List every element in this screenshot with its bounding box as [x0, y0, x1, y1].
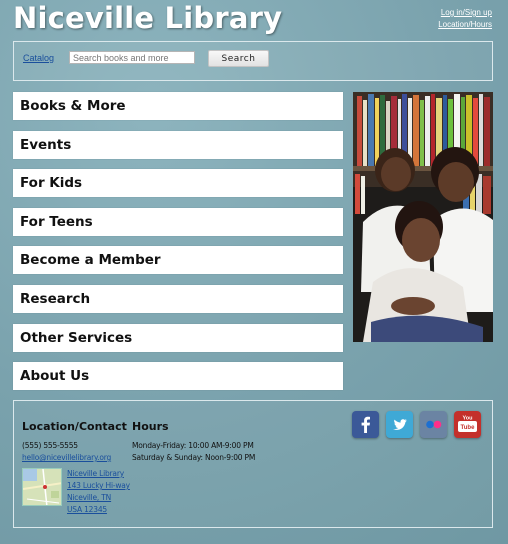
address-line-1[interactable]: Niceville Library [67, 468, 124, 480]
address-line-3[interactable]: Niceville, TN [67, 492, 111, 504]
children-reading-photo [353, 92, 493, 342]
nav-item-events[interactable]: Events [13, 130, 343, 159]
address-line-2[interactable]: 143 Lucky Hi-way [67, 480, 130, 492]
site-title: Niceville Library [13, 1, 283, 35]
svg-text:Tube: Tube [461, 425, 476, 431]
nav-item-about-us[interactable]: About Us [13, 362, 343, 391]
facebook-icon[interactable] [352, 411, 379, 438]
search-bar: Catalog Search [13, 41, 493, 81]
twitter-icon[interactable] [386, 411, 413, 438]
hours-heading: Hours [132, 420, 169, 433]
location-map-thumbnail[interactable] [22, 468, 62, 506]
location-contact-heading: Location/Contact [22, 420, 127, 433]
svg-text:You: You [463, 416, 473, 422]
nav-item-other-services[interactable]: Other Services [13, 323, 343, 352]
account-links: Log in/Sign up Location/Hours [438, 7, 492, 31]
phone-number: (555) 555-5555 [22, 441, 78, 450]
search-button[interactable]: Search [208, 50, 269, 67]
weekday-hours: Monday-Friday: 10:00 AM-9:00 PM [132, 441, 254, 450]
footer: Location/Contact (555) 555-5555 hello@ni… [13, 400, 493, 528]
email-link[interactable]: hello@nicevillelibrary.org [22, 452, 111, 464]
catalog-link[interactable]: Catalog [23, 53, 54, 63]
location-hours-link[interactable]: Location/Hours [438, 19, 492, 31]
nav-item-research[interactable]: Research [13, 284, 343, 313]
main-navigation: Books & More Events For Kids For Teens B… [13, 92, 343, 401]
nav-item-for-teens[interactable]: For Teens [13, 207, 343, 236]
search-input[interactable] [69, 51, 195, 64]
flickr-icon[interactable] [420, 411, 447, 438]
login-signup-link[interactable]: Log in/Sign up [438, 7, 492, 19]
nav-item-become-a-member[interactable]: Become a Member [13, 246, 343, 275]
address-line-4[interactable]: USA 12345 [67, 504, 107, 516]
nav-item-books-and-more[interactable]: Books & More [13, 92, 343, 120]
nav-item-for-kids[interactable]: For Kids [13, 169, 343, 198]
youtube-icon[interactable]: You Tube [454, 411, 481, 438]
weekend-hours: Saturday & Sunday: Noon-9:00 PM [132, 453, 256, 462]
